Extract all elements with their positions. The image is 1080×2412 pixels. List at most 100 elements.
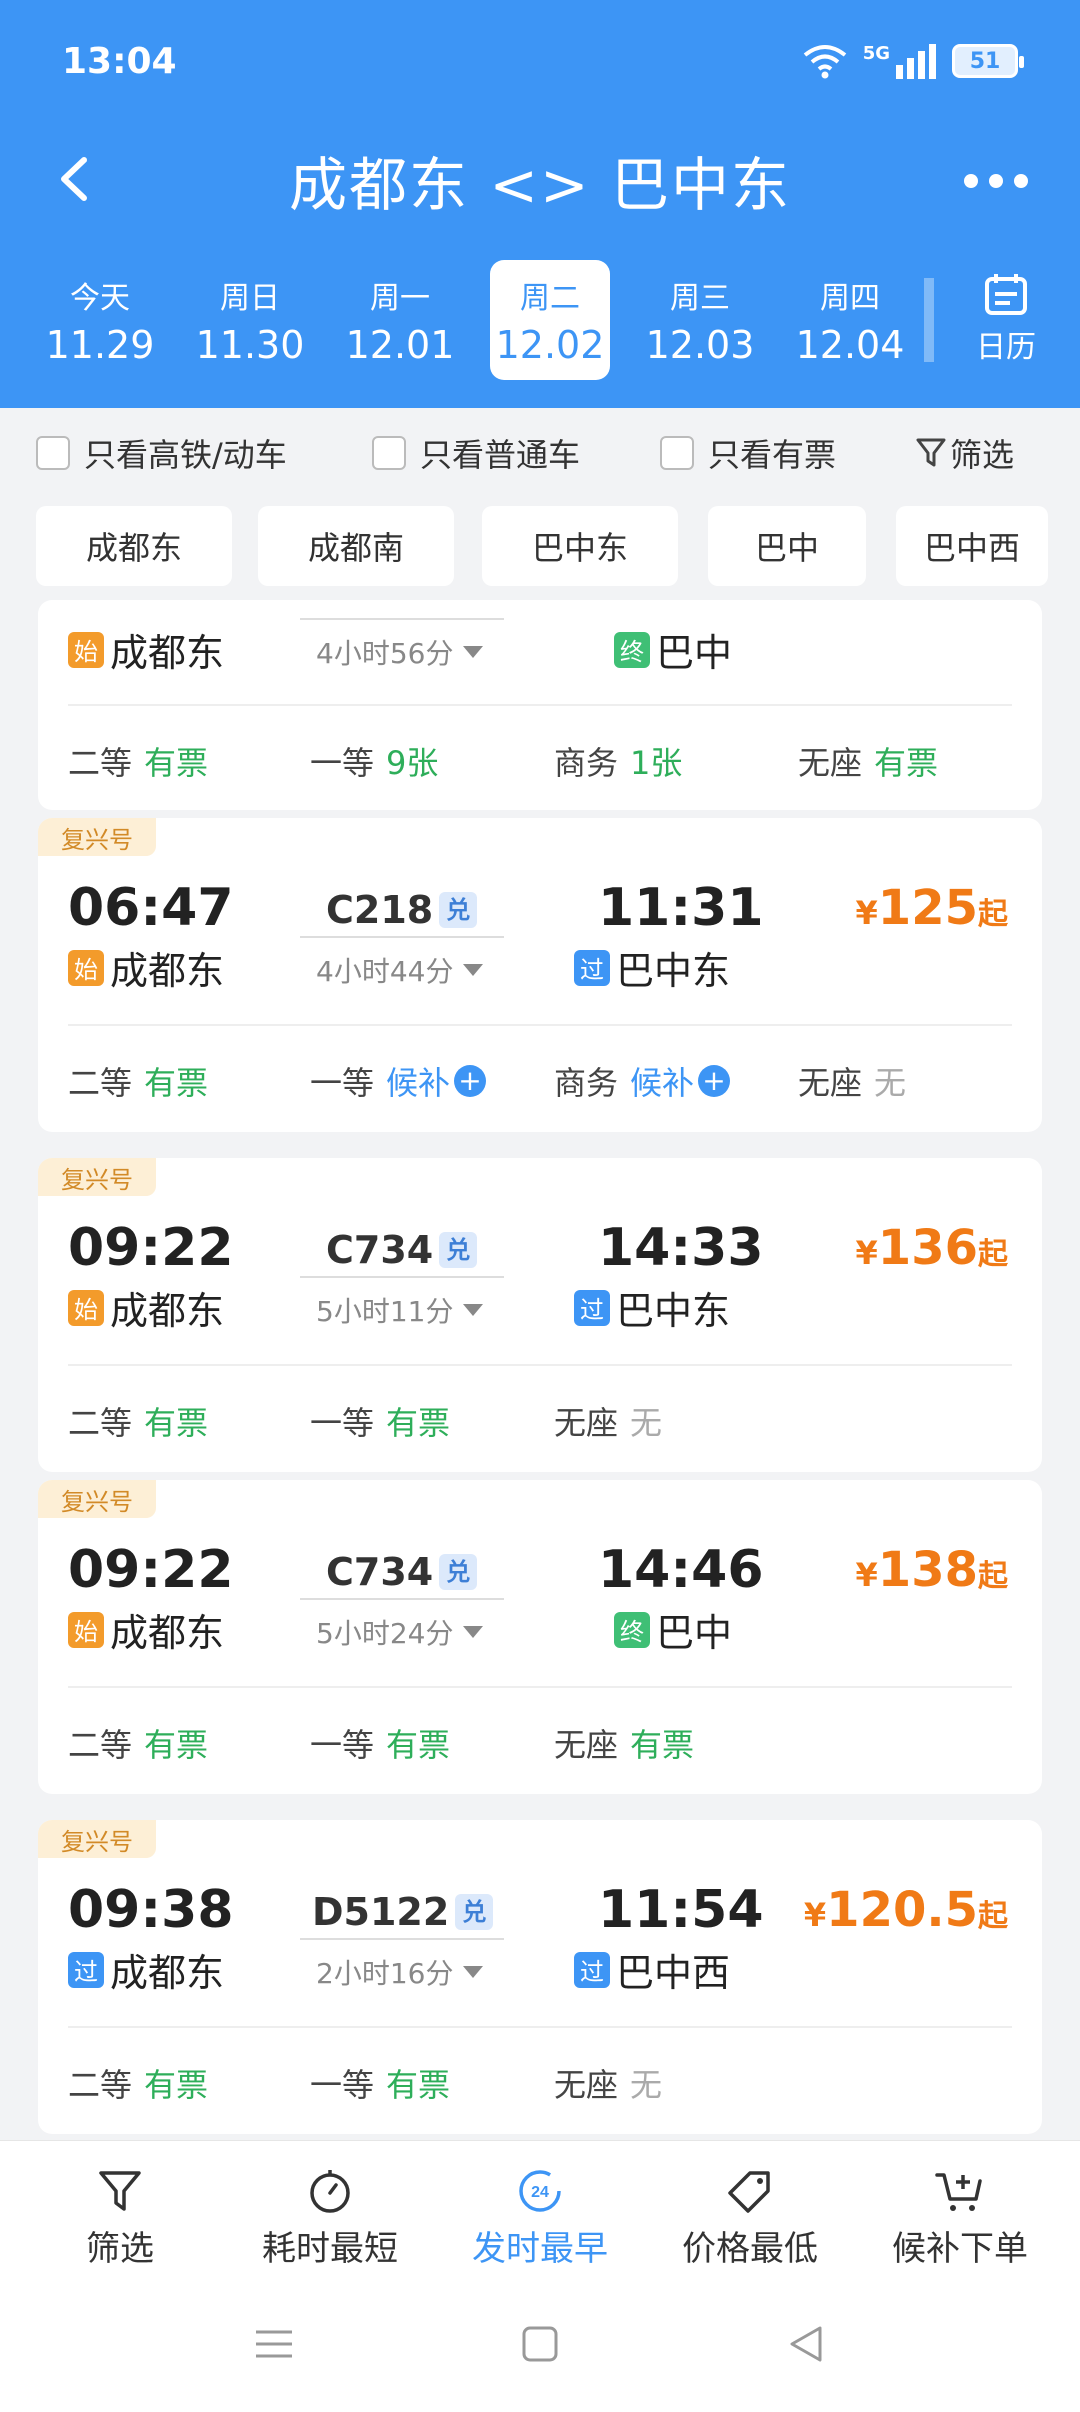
train-card[interactable]: 复兴号 09:38 D5122 兑 11:54 ¥120.5 起 过成都东 2小时1…	[38, 1820, 1042, 2134]
seat-class: 无座 有票	[554, 1720, 694, 1766]
start-station-tag: 始	[68, 949, 104, 986]
back-arrow-icon[interactable]	[52, 154, 102, 204]
seat-class: 无座无	[798, 1058, 906, 1104]
date-item-selected[interactable]: 周二 12.02	[490, 260, 610, 380]
price-symbol: ¥	[855, 1556, 878, 1594]
tab-waitlist-order[interactable]: 候补下单	[870, 2167, 1050, 2270]
duration[interactable]: 2小时16分	[316, 1952, 484, 1992]
tab-shortest-duration[interactable]: 耗时最短	[240, 2167, 420, 2270]
pass-station-tag: 过	[574, 1289, 610, 1326]
filter-has-ticket[interactable]: 只看有票	[660, 430, 836, 476]
duration[interactable]: 4小时56分	[316, 632, 484, 672]
exchange-badge: 兑	[439, 1232, 478, 1268]
seat-class[interactable]: 一等 候补 +	[310, 1058, 487, 1104]
seat-class-name: 无座	[798, 744, 863, 782]
date-item[interactable]: 周三 12.03	[640, 260, 760, 380]
price: ¥136 起	[856, 1220, 1008, 1276]
network-label: 5G	[862, 43, 890, 64]
tab-earliest-departure[interactable]: 24 发时最早	[450, 2167, 630, 2270]
filter-normal-train[interactable]: 只看普通车	[372, 430, 580, 476]
duration[interactable]: 5小时11分	[316, 1290, 484, 1330]
price-value: 120.5	[826, 1882, 978, 1938]
seat-class-name: 无座	[798, 1064, 863, 1102]
station-chip[interactable]: 巴中	[708, 506, 866, 586]
seat-class: 无座无	[554, 1398, 662, 1444]
arrival-station: 过巴中东	[574, 1280, 730, 1335]
seat-status: 有票	[386, 2066, 451, 2104]
date-value: 12.01	[345, 323, 455, 367]
start-station-tag: 始	[68, 1289, 104, 1326]
more-icon[interactable]	[964, 166, 1028, 196]
seat-class: 一等 9张	[310, 738, 438, 784]
date-selector: 今天 11.29 周日 11.30 周一 12.01 周二 12.02 周三 1…	[0, 260, 1080, 380]
funnel-icon	[99, 2171, 141, 2211]
checkbox[interactable]	[372, 436, 406, 470]
date-item[interactable]: 周日 11.30	[190, 260, 310, 380]
home-icon[interactable]	[520, 2324, 560, 2364]
seat-status: 无	[630, 2066, 663, 2104]
date-item[interactable]: 今天 11.29	[40, 260, 160, 380]
train-card[interactable]: 始 成都东 4小时56分 终 巴中 二等 有票 一等 9张 商务 1张 无座 有票	[38, 600, 1042, 810]
departure-time: 06:47	[68, 878, 234, 938]
price-symbol: ¥	[803, 1896, 827, 1934]
station-chip[interactable]: 巴中东	[482, 506, 678, 586]
seat-class[interactable]: 商务 候补 +	[554, 1058, 731, 1104]
plus-icon[interactable]: +	[698, 1065, 731, 1097]
price-value: 125	[877, 880, 978, 936]
start-station-tag: 始	[68, 1611, 104, 1648]
screen-button[interactable]: 筛选	[916, 430, 1014, 476]
station-chip[interactable]: 成都东	[36, 506, 232, 586]
date-weekday: 周日	[220, 281, 280, 316]
price-suffix: 起	[978, 1559, 1008, 1594]
duration[interactable]: 4小时44分	[316, 950, 484, 990]
tab-label: 发时最早	[472, 2229, 608, 2269]
seat-status: 有票	[874, 744, 939, 782]
seat-class: 无座无	[554, 2060, 662, 2106]
duration-line	[300, 1276, 504, 1278]
price-tag-icon	[728, 2171, 770, 2213]
station-chip[interactable]: 巴中西	[896, 506, 1048, 586]
arrival-time: 14:33	[598, 1218, 764, 1278]
back-icon[interactable]	[786, 2324, 826, 2364]
status-bar: 13:04 5G 51	[62, 36, 1024, 86]
station-name: 成都东	[110, 1289, 225, 1333]
filter-high-speed[interactable]: 只看高铁/动车	[36, 430, 287, 476]
seat-status: 无	[630, 1404, 663, 1442]
checkbox[interactable]	[660, 436, 694, 470]
date-item[interactable]: 周一 12.01	[340, 260, 460, 380]
calendar-button[interactable]: 日历	[956, 272, 1056, 372]
duration-line	[300, 936, 504, 938]
seat-status: 候补	[630, 1064, 695, 1102]
train-type-badge: 复兴号	[38, 1480, 156, 1518]
station-name: 成都东	[110, 1611, 225, 1655]
train-card[interactable]: 复兴号 09:22 C734 兑 14:33 ¥136 起 始成都东 5小时11分 …	[38, 1158, 1042, 1472]
train-card[interactable]: 复兴号 06:47 C218 兑 11:31 ¥125 起 始成都东 4小时44分 …	[38, 818, 1042, 1132]
station-chip[interactable]: 成都南	[258, 506, 454, 586]
seat-class-name: 一等	[310, 1726, 375, 1764]
seat-class-name: 商务	[554, 1064, 619, 1102]
start-station-tag: 始	[68, 631, 104, 668]
seat-class-name: 二等	[68, 1064, 133, 1102]
train-card[interactable]: 复兴号 09:22 C734 兑 14:46 ¥138 起 始成都东 5小时24分 …	[38, 1480, 1042, 1794]
route-title[interactable]: 成都东 <> 巴中东	[289, 138, 791, 222]
expand-arrow-icon	[463, 1626, 484, 1638]
clock-24-text: 24	[531, 2184, 549, 2201]
filter-label: 只看普通车	[420, 436, 581, 474]
arrival-station: 过巴中西	[574, 1942, 730, 1997]
train-number-text: C218	[326, 888, 434, 932]
date-item[interactable]: 周四 12.04	[790, 260, 910, 380]
duration-text: 2小时16分	[316, 1957, 454, 1990]
duration[interactable]: 5小时24分	[316, 1612, 484, 1652]
seat-class: 二等 有票	[68, 1398, 208, 1444]
seat-class-name: 一等	[310, 1404, 375, 1442]
tab-filter[interactable]: 筛选	[30, 2167, 210, 2270]
expand-arrow-icon	[463, 964, 484, 976]
tab-lowest-price[interactable]: 价格最低	[660, 2167, 840, 2270]
tab-label: 耗时最短	[262, 2229, 398, 2269]
plus-icon[interactable]: +	[454, 1065, 487, 1097]
menu-icon[interactable]	[254, 2324, 294, 2364]
header: 13:04 5G 51 成都东 <> 巴中东 今天 11.29 周日 11.30…	[0, 0, 1080, 408]
train-type-badge: 复兴号	[38, 1820, 156, 1858]
checkbox[interactable]	[36, 436, 70, 470]
station-name: 巴中东	[616, 949, 731, 993]
